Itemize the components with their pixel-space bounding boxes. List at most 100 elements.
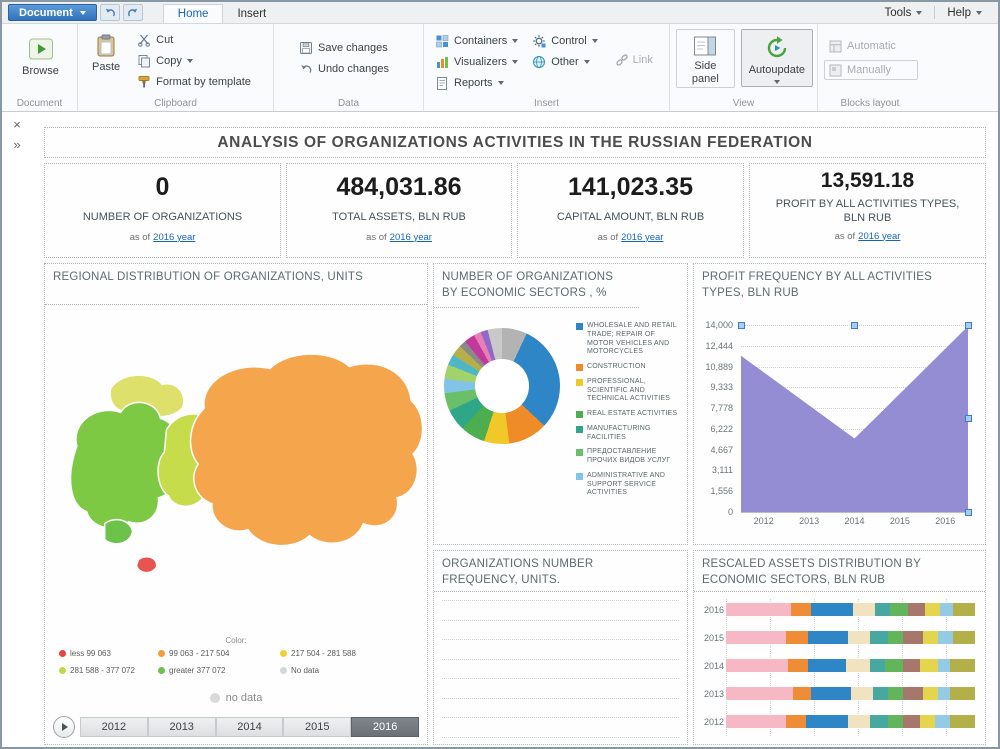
year-button-2016[interactable]: 2016 xyxy=(351,717,419,737)
russia-map[interactable] xyxy=(47,308,425,634)
bar-segment[interactable] xyxy=(890,603,907,616)
cut-button[interactable]: Cut xyxy=(132,30,256,50)
bar-segment[interactable] xyxy=(903,659,920,672)
autoupdate-button[interactable]: Autoupdate xyxy=(741,29,813,87)
automatic-button[interactable]: Automatic xyxy=(824,36,918,56)
bar-segment[interactable] xyxy=(793,687,810,700)
bar-segment[interactable] xyxy=(873,687,888,700)
stacked-bar[interactable] xyxy=(726,687,975,700)
tab-insert[interactable]: Insert xyxy=(223,4,280,23)
year-link[interactable]: 2016 year xyxy=(858,231,900,242)
bar-segment[interactable] xyxy=(888,715,903,728)
bar-segment[interactable] xyxy=(925,603,940,616)
bar-segment[interactable] xyxy=(848,715,870,728)
map-region[interactable] xyxy=(137,557,157,573)
visualizers-button[interactable]: Visualizers xyxy=(430,52,523,72)
bar-segment[interactable] xyxy=(853,603,875,616)
selection-handle[interactable] xyxy=(965,415,972,422)
profit-area-chart[interactable] xyxy=(741,325,968,512)
selection-handle[interactable] xyxy=(738,322,745,329)
bar-segment[interactable] xyxy=(870,631,887,644)
bar-segment[interactable] xyxy=(935,715,950,728)
undo-button[interactable] xyxy=(100,4,120,21)
undo-changes-button[interactable]: Undo changes xyxy=(294,59,419,79)
bar-segment[interactable] xyxy=(920,715,935,728)
bar-segment[interactable] xyxy=(726,715,786,728)
bar-segment[interactable] xyxy=(950,687,975,700)
map-region[interactable] xyxy=(191,354,423,546)
bar-segment[interactable] xyxy=(938,659,950,672)
stacked-bar[interactable] xyxy=(726,603,975,616)
other-button[interactable]: Other xyxy=(527,52,602,72)
stacked-bar[interactable] xyxy=(726,715,975,728)
manually-button[interactable]: Manually xyxy=(824,60,918,80)
close-icon[interactable]: × xyxy=(13,118,21,131)
control-button[interactable]: Control xyxy=(527,31,602,51)
help-menu[interactable]: Help xyxy=(941,7,988,19)
selection-handle[interactable] xyxy=(965,322,972,329)
bar-segment[interactable] xyxy=(888,631,903,644)
year-button-2014[interactable]: 2014 xyxy=(216,717,284,737)
bar-segment[interactable] xyxy=(938,631,953,644)
year-button-2013[interactable]: 2013 xyxy=(148,717,216,737)
save-changes-button[interactable]: Save changes xyxy=(294,38,419,58)
bar-segment[interactable] xyxy=(786,631,808,644)
donut-chart[interactable] xyxy=(444,328,560,444)
bar-segment[interactable] xyxy=(908,603,925,616)
stacked-bar[interactable] xyxy=(726,659,975,672)
redo-button[interactable] xyxy=(123,4,143,21)
stacked-bar[interactable] xyxy=(726,631,975,644)
year-button-2015[interactable]: 2015 xyxy=(283,717,351,737)
year-link[interactable]: 2016 year xyxy=(390,232,432,243)
bar-segment[interactable] xyxy=(903,687,923,700)
side-panel-button[interactable]: Side panel xyxy=(676,29,735,88)
bar-segment[interactable] xyxy=(811,687,851,700)
bar-segment[interactable] xyxy=(848,631,870,644)
bar-segment[interactable] xyxy=(870,659,885,672)
bar-segment[interactable] xyxy=(920,659,937,672)
play-button[interactable] xyxy=(53,716,75,738)
browse-button[interactable]: Browse xyxy=(8,30,73,81)
bar-segment[interactable] xyxy=(885,659,902,672)
bar-segment[interactable] xyxy=(806,715,848,728)
bar-segment[interactable] xyxy=(953,631,975,644)
bar-segment[interactable] xyxy=(950,659,975,672)
bar-segment[interactable] xyxy=(788,659,808,672)
link-button[interactable]: Link xyxy=(615,53,653,67)
tab-home[interactable]: Home xyxy=(163,4,224,23)
bar-segment[interactable] xyxy=(938,687,950,700)
expand-panel-icon[interactable]: » xyxy=(13,138,20,151)
reports-button[interactable]: Reports xyxy=(430,73,523,93)
bar-segment[interactable] xyxy=(808,631,848,644)
document-menu-button[interactable]: Document xyxy=(8,4,97,21)
copy-button[interactable]: Copy xyxy=(132,51,256,71)
bar-segment[interactable] xyxy=(940,603,952,616)
bar-segment[interactable] xyxy=(791,603,811,616)
bar-segment[interactable] xyxy=(726,659,788,672)
paste-button[interactable]: Paste xyxy=(84,28,128,77)
bar-segment[interactable] xyxy=(953,603,975,616)
bar-segment[interactable] xyxy=(923,687,938,700)
selection-handle[interactable] xyxy=(851,322,858,329)
selection-handle[interactable] xyxy=(965,509,972,516)
year-button-2012[interactable]: 2012 xyxy=(80,717,148,737)
format-by-template-button[interactable]: Format by template xyxy=(132,72,256,92)
bar-segment[interactable] xyxy=(923,631,938,644)
year-link[interactable]: 2016 year xyxy=(153,232,195,243)
bar-segment[interactable] xyxy=(888,687,903,700)
bar-segment[interactable] xyxy=(870,715,887,728)
bar-segment[interactable] xyxy=(903,631,923,644)
containers-button[interactable]: Containers xyxy=(430,31,523,51)
bar-segment[interactable] xyxy=(786,715,806,728)
bar-segment[interactable] xyxy=(726,631,786,644)
bar-segment[interactable] xyxy=(875,603,890,616)
bar-segment[interactable] xyxy=(846,659,871,672)
tools-menu[interactable]: Tools xyxy=(878,7,928,19)
map-region[interactable] xyxy=(105,520,133,544)
bar-segment[interactable] xyxy=(903,715,920,728)
bar-segment[interactable] xyxy=(808,659,845,672)
bar-segment[interactable] xyxy=(811,603,853,616)
bar-segment[interactable] xyxy=(851,687,873,700)
year-link[interactable]: 2016 year xyxy=(621,232,663,243)
bar-segment[interactable] xyxy=(950,715,975,728)
